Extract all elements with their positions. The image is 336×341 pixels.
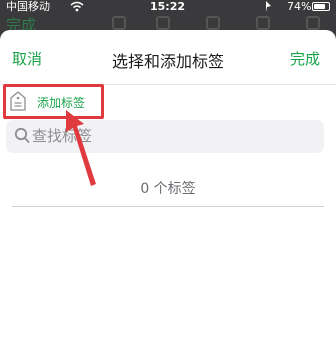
- battery-icon: [312, 2, 330, 11]
- list-divider: [12, 206, 324, 207]
- share-icon: [112, 16, 126, 30]
- carrier-name: 中国移动: [6, 0, 50, 13]
- battery-percent: 74%: [287, 0, 312, 13]
- sheet-title: 选择和添加标签: [111, 52, 224, 71]
- done-button[interactable]: 完成: [290, 48, 320, 69]
- sheet-nav: 取消 选择和添加标签 完成: [0, 30, 336, 78]
- alarm-icon: [206, 16, 220, 30]
- nav-divider: [0, 84, 336, 85]
- clock: 15:22: [150, 0, 186, 13]
- search-icon: [14, 127, 30, 149]
- bell-icon: [156, 16, 170, 30]
- tag-outline-icon: [256, 16, 270, 30]
- tag-icon: [10, 91, 26, 111]
- tag-sheet: 取消 选择和添加标签 完成 添加标签 0 个标签: [0, 30, 336, 341]
- search-input[interactable]: [32, 123, 312, 149]
- search-bar[interactable]: [6, 120, 324, 153]
- status-bar: 中国移动 15:22 74%: [0, 0, 336, 14]
- add-tag-label: 添加标签: [37, 96, 86, 110]
- more-icon: [306, 16, 320, 30]
- tag-count: 0 个标签: [140, 181, 196, 197]
